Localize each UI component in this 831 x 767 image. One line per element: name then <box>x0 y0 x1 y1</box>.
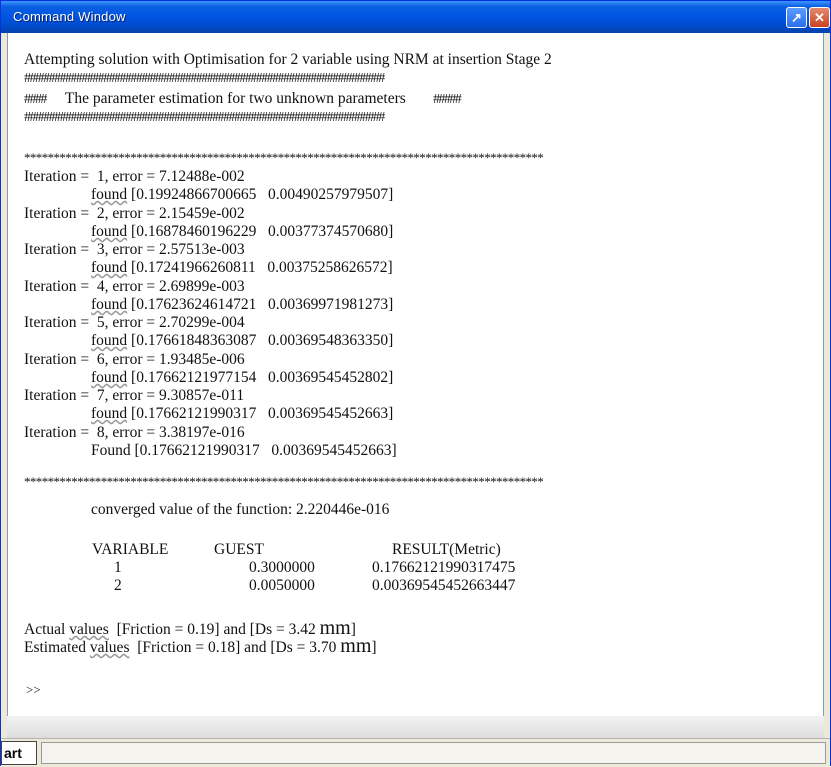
converged-line: converged value of the function: 2.22044… <box>91 501 390 518</box>
console-stars-row-2: ****************************************… <box>24 474 544 489</box>
found-line: found [0.19924866700665 0.00490257979507… <box>91 186 393 204</box>
found-label: found <box>91 259 128 276</box>
status-bar: art <box>1 738 830 767</box>
console-param-row: #### The parameter estimation for two un… <box>24 90 462 109</box>
found-values: [0.17661848363087 0.00369548363350] <box>131 332 394 349</box>
found-line: found [0.17662121977154 0.00369545452802… <box>91 369 393 387</box>
window-title: Command Window <box>13 9 126 24</box>
found-values: [0.17241966260811 0.00375258626572] <box>131 259 393 276</box>
undock-button[interactable]: ↗ <box>786 7 807 28</box>
actual-values-line: Actual values [Friction = 0.19] and [Ds … <box>24 617 356 639</box>
found-line: found [0.16878460196229 0.00377374570680… <box>91 223 393 241</box>
param-title: The parameter estimation for two unknown… <box>64 90 406 107</box>
table-header-variable: VARIABLE <box>92 541 169 558</box>
command-window: Command Window ↗ ✕ Attempting solution w… <box>0 0 831 767</box>
found-label: found <box>91 369 128 386</box>
found-line: found [0.17241966260811 0.00375258626572… <box>91 259 393 277</box>
table-header-result: RESULT(Metric) <box>392 541 501 558</box>
iteration-line: Iteration = 5, error = 2.70299e-004 <box>24 314 245 331</box>
found-values: [0.19924866700665 0.00490257979507] <box>131 186 394 203</box>
found-values: [0.17623624614721 0.00369971981273] <box>131 296 394 313</box>
actual-label: values <box>69 621 109 638</box>
found-label: found <box>91 405 128 422</box>
table-cell: 1 <box>114 559 122 576</box>
actual-text: [Friction = 0.19] and [Ds = 3.42 <box>116 621 316 638</box>
found-label: found <box>91 186 128 203</box>
found-label: found <box>91 296 128 313</box>
estimated-prefix: Estimated <box>24 639 86 656</box>
console-stars-row: ****************************************… <box>24 150 544 165</box>
hash-left: #### <box>24 92 47 107</box>
undock-icon: ↗ <box>791 10 802 25</box>
console-hash-row-2: ########################################… <box>24 110 385 125</box>
found-line: found [0.17661848363087 0.00369548363350… <box>91 332 393 350</box>
found-line: found [0.17623624614721 0.00369971981273… <box>91 296 393 314</box>
table-cell: 2 <box>114 577 122 594</box>
found-values: [0.16878460196229 0.00377374570680] <box>131 223 394 240</box>
iteration-line: Iteration = 1, error = 7.12488e-002 <box>24 168 245 185</box>
status-field <box>41 742 826 764</box>
console-bottom-area <box>7 716 824 738</box>
table-cell: 0.0050000 <box>249 577 315 594</box>
found-label: Found <box>91 442 131 459</box>
found-values: [0.17662121990317 0.00369545452663] <box>134 442 397 459</box>
console-output[interactable]: Attempting solution with Optimisation fo… <box>7 33 824 716</box>
found-values: [0.17662121977154 0.00369545452802] <box>131 369 394 386</box>
title-bar[interactable]: Command Window ↗ ✕ <box>1 1 830 33</box>
start-button[interactable]: art <box>1 741 37 765</box>
iteration-line: Iteration = 6, error = 1.93485e-006 <box>24 351 245 368</box>
table-header-guest: GUEST <box>214 541 264 558</box>
found-values: [0.17662121990317 0.00369545452663] <box>131 405 394 422</box>
close-icon: ✕ <box>814 10 825 25</box>
iteration-line: Iteration = 4, error = 2.69899e-003 <box>24 278 245 295</box>
found-label: found <box>91 332 128 349</box>
found-label: found <box>91 223 128 240</box>
actual-prefix: Actual <box>24 621 66 638</box>
console-line-attempt: Attempting solution with Optimisation fo… <box>24 51 552 68</box>
command-prompt[interactable]: >> <box>26 681 41 699</box>
table-cell: 0.00369545452663447 <box>372 577 516 594</box>
estimated-label: values <box>89 639 130 656</box>
table-cell: 0.3000000 <box>249 559 315 576</box>
found-line: Found [0.17662121990317 0.00369545452663… <box>91 442 397 460</box>
estimated-text: [Friction = 0.18] and [Ds = 3.70 <box>137 639 337 656</box>
console-hash-row: ########################################… <box>24 71 385 86</box>
table-cell: 0.17662121990317475 <box>372 559 516 576</box>
estimated-unit: mm <box>340 635 372 657</box>
iteration-line: Iteration = 7, error = 9.30857e-011 <box>24 387 245 404</box>
estimated-values-line: Estimated values [Friction = 0.18] and [… <box>24 635 377 657</box>
iteration-line: Iteration = 3, error = 2.57513e-003 <box>24 241 245 258</box>
hash-right: ##### <box>432 92 462 107</box>
iteration-line: Iteration = 8, error = 3.38197e-016 <box>24 424 245 441</box>
iteration-line: Iteration = 2, error = 2.15459e-002 <box>24 205 245 222</box>
found-line: found [0.17662121990317 0.00369545452663… <box>91 405 393 423</box>
close-button[interactable]: ✕ <box>809 7 830 28</box>
